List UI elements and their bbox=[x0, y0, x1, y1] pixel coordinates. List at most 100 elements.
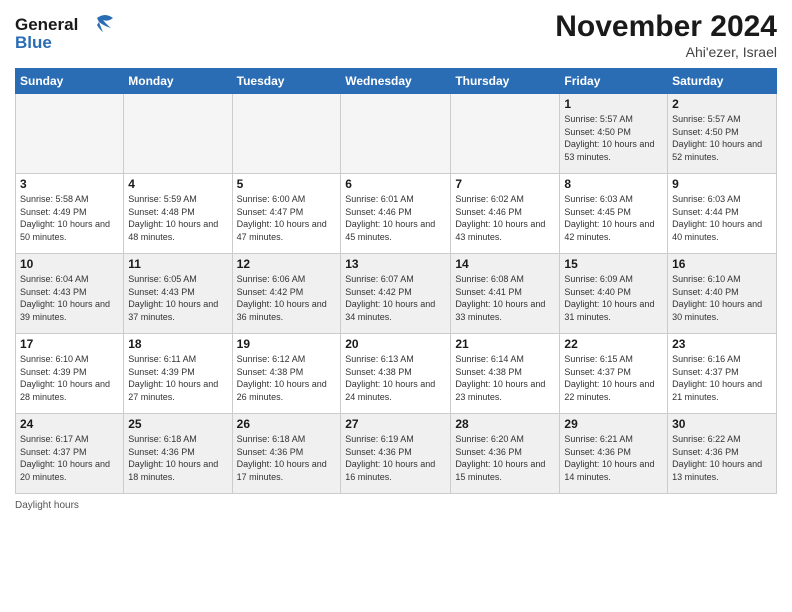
calendar-cell: 25 Sunrise: 6:18 AM Sunset: 4:36 PM Dayli… bbox=[124, 414, 232, 494]
day-number: 21 bbox=[455, 337, 555, 351]
calendar-cell: 14 Sunrise: 6:08 AM Sunset: 4:41 PM Dayli… bbox=[451, 254, 560, 334]
day-info: Sunrise: 6:18 AM Sunset: 4:36 PM Dayligh… bbox=[237, 433, 337, 483]
day-info: Sunrise: 6:21 AM Sunset: 4:36 PM Dayligh… bbox=[564, 433, 663, 483]
calendar-cell: 28Sunrise: 6:20 AM Sunset: 4:36 PM Dayli… bbox=[451, 414, 560, 494]
calendar-cell: 27Sunrise: 6:19 AM Sunset: 4:36 PM Dayli… bbox=[341, 414, 451, 494]
day-number: 29 bbox=[564, 417, 663, 431]
calendar-cell: 20 Sunrise: 6:13 AM Sunset: 4:38 PM Dayli… bbox=[341, 334, 451, 414]
day-info: Sunrise: 6:10 AM Sunset: 4:39 PM Dayligh… bbox=[20, 353, 119, 403]
day-info: Sunrise: 6:02 AM Sunset: 4:46 PM Dayligh… bbox=[455, 193, 555, 243]
day-number: 20 bbox=[345, 337, 446, 351]
footer: Daylight hours bbox=[15, 500, 777, 511]
header: General Blue November 2024 Ahi'ezer, Isr… bbox=[15, 10, 777, 60]
day-number: 8 bbox=[564, 177, 663, 191]
calendar-week-2: 3Sunrise: 5:58 AM Sunset: 4:49 PM Daylig… bbox=[16, 174, 777, 254]
day-number: 13 bbox=[345, 257, 446, 271]
calendar-cell: 29 Sunrise: 6:21 AM Sunset: 4:36 PM Dayli… bbox=[560, 414, 668, 494]
col-wednesday: Wednesday bbox=[341, 69, 451, 94]
logo: General Blue bbox=[15, 10, 120, 60]
calendar-cell bbox=[16, 94, 124, 174]
day-info: Sunrise: 5:58 AM Sunset: 4:49 PM Dayligh… bbox=[20, 193, 119, 243]
calendar-cell: 16Sunrise: 6:10 AM Sunset: 4:40 PM Dayli… bbox=[668, 254, 777, 334]
day-number: 30 bbox=[672, 417, 772, 431]
day-number: 24 bbox=[20, 417, 119, 431]
calendar-cell: 5 Sunrise: 6:00 AM Sunset: 4:47 PM Daylig… bbox=[232, 174, 341, 254]
day-number: 18 bbox=[128, 337, 227, 351]
calendar-cell: 18 Sunrise: 6:11 AM Sunset: 4:39 PM Dayli… bbox=[124, 334, 232, 414]
day-info: Sunrise: 6:07 AM Sunset: 4:42 PM Dayligh… bbox=[345, 273, 446, 323]
day-info: Sunrise: 5:59 AM Sunset: 4:48 PM Dayligh… bbox=[128, 193, 227, 243]
day-info: Sunrise: 6:18 AM Sunset: 4:36 PM Dayligh… bbox=[128, 433, 227, 483]
footer-text: Daylight hours bbox=[15, 500, 79, 511]
calendar-cell: 17 Sunrise: 6:10 AM Sunset: 4:39 PM Dayli… bbox=[16, 334, 124, 414]
day-number: 12 bbox=[237, 257, 337, 271]
day-info: Sunrise: 6:01 AM Sunset: 4:46 PM Dayligh… bbox=[345, 193, 446, 243]
calendar-cell bbox=[232, 94, 341, 174]
calendar-cell: 1Sunrise: 5:57 AM Sunset: 4:50 PM Daylig… bbox=[560, 94, 668, 174]
calendar-cell: 9 Sunrise: 6:03 AM Sunset: 4:44 PM Daylig… bbox=[668, 174, 777, 254]
svg-text:Blue: Blue bbox=[15, 33, 52, 52]
location: Ahi'ezer, Israel bbox=[555, 44, 777, 60]
calendar-cell: 3Sunrise: 5:58 AM Sunset: 4:49 PM Daylig… bbox=[16, 174, 124, 254]
calendar-week-1: 1Sunrise: 5:57 AM Sunset: 4:50 PM Daylig… bbox=[16, 94, 777, 174]
calendar-cell: 7Sunrise: 6:02 AM Sunset: 4:46 PM Daylig… bbox=[451, 174, 560, 254]
day-number: 19 bbox=[237, 337, 337, 351]
day-number: 15 bbox=[564, 257, 663, 271]
calendar-cell: 30 Sunrise: 6:22 AM Sunset: 4:36 PM Dayli… bbox=[668, 414, 777, 494]
day-info: Sunrise: 6:04 AM Sunset: 4:43 PM Dayligh… bbox=[20, 273, 119, 323]
day-number: 14 bbox=[455, 257, 555, 271]
col-sunday: Sunday bbox=[16, 69, 124, 94]
calendar-week-4: 17 Sunrise: 6:10 AM Sunset: 4:39 PM Dayli… bbox=[16, 334, 777, 414]
day-number: 5 bbox=[237, 177, 337, 191]
col-monday: Monday bbox=[124, 69, 232, 94]
calendar-cell: 6 Sunrise: 6:01 AM Sunset: 4:46 PM Daylig… bbox=[341, 174, 451, 254]
calendar-week-5: 24Sunrise: 6:17 AM Sunset: 4:37 PM Dayli… bbox=[16, 414, 777, 494]
calendar-cell: 12 Sunrise: 6:06 AM Sunset: 4:42 PM Dayli… bbox=[232, 254, 341, 334]
day-number: 9 bbox=[672, 177, 772, 191]
day-number: 6 bbox=[345, 177, 446, 191]
calendar-cell: 15 Sunrise: 6:09 AM Sunset: 4:40 PM Dayli… bbox=[560, 254, 668, 334]
day-info: Sunrise: 6:03 AM Sunset: 4:44 PM Dayligh… bbox=[672, 193, 772, 243]
calendar: Sunday Monday Tuesday Wednesday Thursday… bbox=[15, 68, 777, 494]
day-number: 11 bbox=[128, 257, 227, 271]
day-info: Sunrise: 6:12 AM Sunset: 4:38 PM Dayligh… bbox=[237, 353, 337, 403]
day-info: Sunrise: 6:09 AM Sunset: 4:40 PM Dayligh… bbox=[564, 273, 663, 323]
calendar-cell: 26Sunrise: 6:18 AM Sunset: 4:36 PM Dayli… bbox=[232, 414, 341, 494]
calendar-header-row: Sunday Monday Tuesday Wednesday Thursday… bbox=[16, 69, 777, 94]
day-info: Sunrise: 6:14 AM Sunset: 4:38 PM Dayligh… bbox=[455, 353, 555, 403]
calendar-cell: 24Sunrise: 6:17 AM Sunset: 4:37 PM Dayli… bbox=[16, 414, 124, 494]
day-number: 4 bbox=[128, 177, 227, 191]
day-info: Sunrise: 6:11 AM Sunset: 4:39 PM Dayligh… bbox=[128, 353, 227, 403]
day-info: Sunrise: 6:19 AM Sunset: 4:36 PM Dayligh… bbox=[345, 433, 446, 483]
day-number: 1 bbox=[564, 97, 663, 111]
day-info: Sunrise: 6:16 AM Sunset: 4:37 PM Dayligh… bbox=[672, 353, 772, 403]
col-friday: Friday bbox=[560, 69, 668, 94]
day-info: Sunrise: 6:13 AM Sunset: 4:38 PM Dayligh… bbox=[345, 353, 446, 403]
day-info: Sunrise: 6:06 AM Sunset: 4:42 PM Dayligh… bbox=[237, 273, 337, 323]
title-block: November 2024 Ahi'ezer, Israel bbox=[555, 10, 777, 60]
calendar-cell bbox=[341, 94, 451, 174]
calendar-cell: 2Sunrise: 5:57 AM Sunset: 4:50 PM Daylig… bbox=[668, 94, 777, 174]
calendar-cell: 10 Sunrise: 6:04 AM Sunset: 4:43 PM Dayli… bbox=[16, 254, 124, 334]
day-info: Sunrise: 6:03 AM Sunset: 4:45 PM Dayligh… bbox=[564, 193, 663, 243]
day-info: Sunrise: 6:08 AM Sunset: 4:41 PM Dayligh… bbox=[455, 273, 555, 323]
day-number: 25 bbox=[128, 417, 227, 431]
day-number: 22 bbox=[564, 337, 663, 351]
day-info: Sunrise: 6:00 AM Sunset: 4:47 PM Dayligh… bbox=[237, 193, 337, 243]
day-info: Sunrise: 6:20 AM Sunset: 4:36 PM Dayligh… bbox=[455, 433, 555, 483]
day-number: 2 bbox=[672, 97, 772, 111]
svg-text:General: General bbox=[15, 15, 78, 34]
calendar-cell: 4 Sunrise: 5:59 AM Sunset: 4:48 PM Daylig… bbox=[124, 174, 232, 254]
col-thursday: Thursday bbox=[451, 69, 560, 94]
calendar-cell bbox=[451, 94, 560, 174]
calendar-cell: 19 Sunrise: 6:12 AM Sunset: 4:38 PM Dayli… bbox=[232, 334, 341, 414]
day-info: Sunrise: 6:22 AM Sunset: 4:36 PM Dayligh… bbox=[672, 433, 772, 483]
calendar-cell bbox=[124, 94, 232, 174]
col-tuesday: Tuesday bbox=[232, 69, 341, 94]
day-number: 10 bbox=[20, 257, 119, 271]
day-info: Sunrise: 6:10 AM Sunset: 4:40 PM Dayligh… bbox=[672, 273, 772, 323]
day-number: 23 bbox=[672, 337, 772, 351]
day-number: 17 bbox=[20, 337, 119, 351]
calendar-cell: 21 Sunrise: 6:14 AM Sunset: 4:38 PM Dayli… bbox=[451, 334, 560, 414]
col-saturday: Saturday bbox=[668, 69, 777, 94]
